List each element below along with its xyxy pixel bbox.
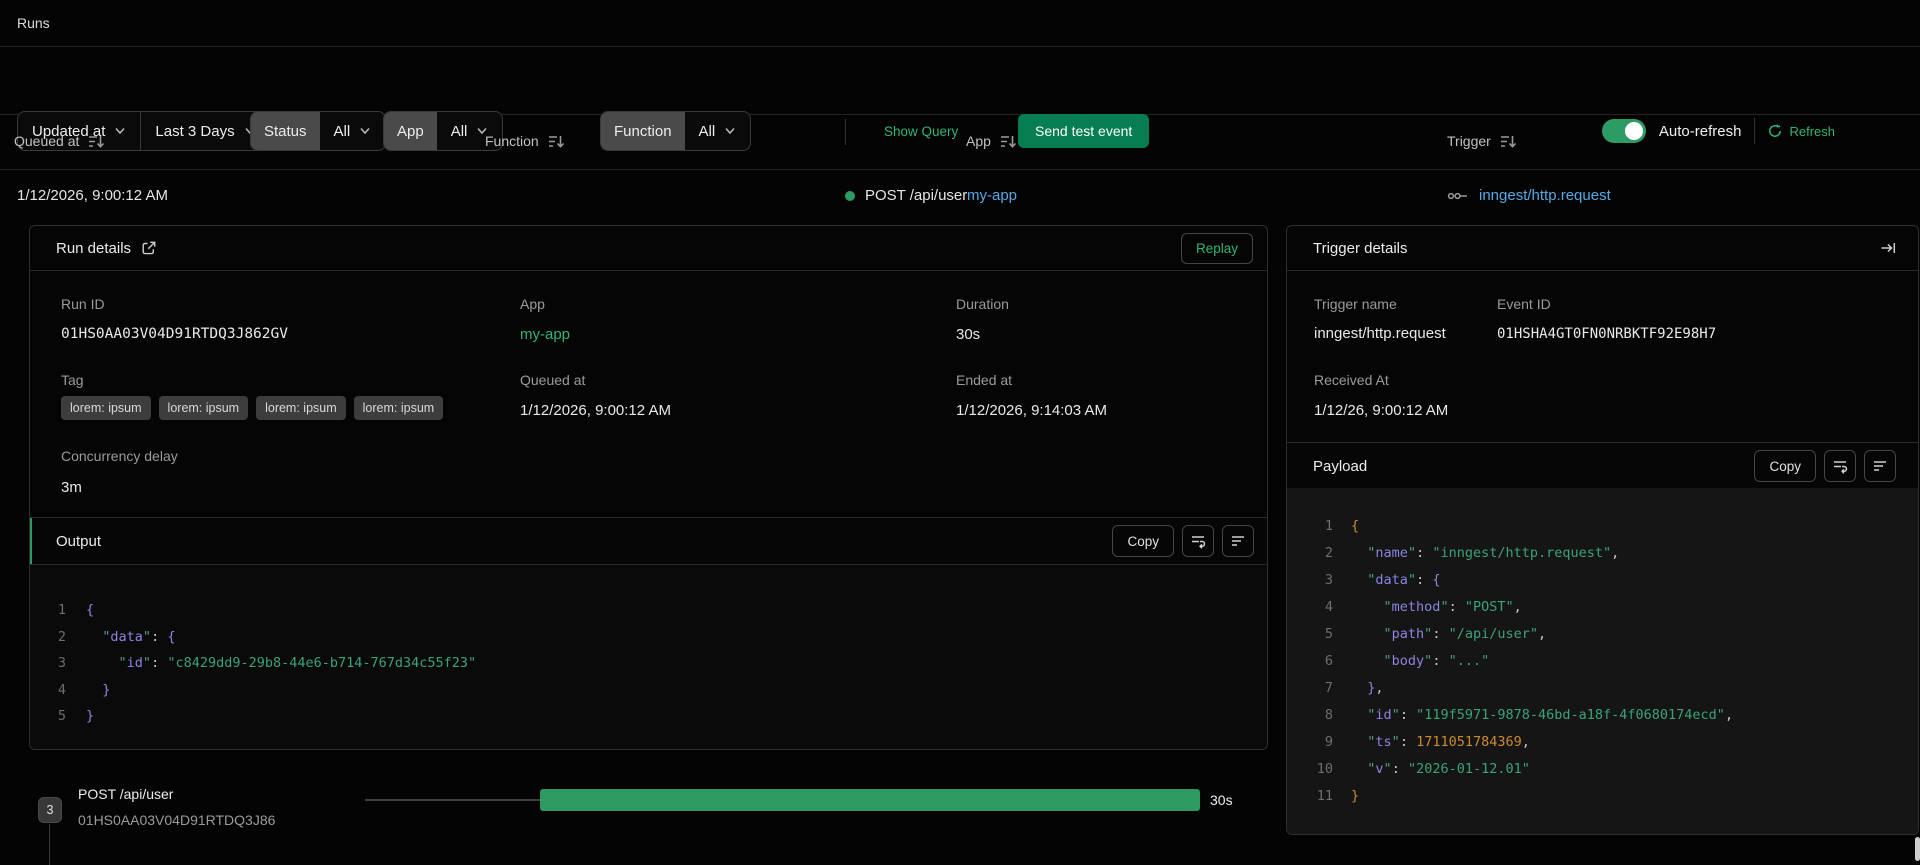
runs-page: Runs Updated at Last 3 Days Status All A… [0, 0, 1920, 865]
run-app-link[interactable]: my-app [967, 187, 1017, 204]
sort-icon [999, 134, 1017, 149]
output-header: Output Copy [30, 517, 1267, 565]
sort-icon [1499, 134, 1517, 149]
collapse-panel-icon[interactable] [1880, 240, 1896, 256]
code-line: 10 "v": "2026-01-12.01" [1316, 761, 1530, 777]
trigger-details-header: Trigger details [1287, 226, 1918, 271]
event-id-label: Event ID [1497, 296, 1551, 312]
external-link-icon[interactable] [141, 240, 157, 256]
run-trigger-cell[interactable]: inngest/http.request [1447, 187, 1611, 204]
column-label: Queued at [14, 133, 80, 149]
top-bar: Runs [0, 0, 1920, 47]
page-title: Runs [17, 15, 50, 31]
code-line: 11} [1316, 788, 1360, 804]
concurrency-delay-label: Concurrency delay [61, 448, 178, 464]
run-function-cell[interactable]: POST /api/user [845, 187, 967, 204]
code-line: 1{ [57, 602, 95, 618]
trigger-details-title: Trigger details [1313, 239, 1408, 257]
column-header-trigger[interactable]: Trigger [1447, 133, 1517, 149]
align-left-icon[interactable] [1864, 450, 1896, 482]
code-line: 5 "path": "/api/user", [1324, 626, 1547, 642]
payload-header: Payload Copy [1287, 442, 1918, 490]
payload-title: Payload [1313, 457, 1368, 475]
word-wrap-icon[interactable] [1182, 525, 1214, 557]
code-line: 7 }, [1324, 680, 1384, 696]
code-line: 2 "name": "inngest/http.request", [1324, 545, 1620, 561]
scrollbar-thumb[interactable] [1915, 837, 1920, 861]
timeline-function-name: POST /api/user [78, 786, 174, 802]
tag-chip: lorem: ipsum [158, 396, 249, 420]
code-line: 8 "id": "119f5971-9878-46bd-a18f-4f06801… [1324, 707, 1734, 723]
queued-at-value: 1/12/2026, 9:00:12 AM [520, 402, 671, 419]
run-queued-at: 1/12/2026, 9:00:12 AM [17, 187, 168, 204]
runs-table-header: Queued at Function App Trigger [0, 115, 1920, 170]
output-code: 1{ 2 "data": { 3 "id": "c8429dd9-29b8-44e6… [30, 565, 1267, 749]
timeline-run-id: 01HS0AA03V04D91RTDQ3J86 [78, 812, 276, 828]
app-value-link[interactable]: my-app [520, 326, 570, 343]
filter-bar: Updated at Last 3 Days Status All App Al… [0, 47, 1920, 151]
ended-at-value: 1/12/2026, 9:14:03 AM [956, 402, 1107, 419]
run-details-panel: Run details Replay Run ID 01HS0AA03V04D9… [29, 225, 1268, 750]
run-id-label: Run ID [61, 296, 105, 312]
column-header-app[interactable]: App [966, 133, 1017, 149]
tag-chip: lorem: ipsum [256, 396, 346, 420]
trigger-name-value: inngest/http.request [1314, 325, 1446, 342]
payload-code: 1{ 2 "name": "inngest/http.request", 3 "da… [1287, 488, 1918, 834]
run-trigger-name: inngest/http.request [1479, 187, 1611, 204]
concurrency-delay-value: 3m [61, 479, 82, 496]
run-function-name: POST /api/user [865, 187, 968, 204]
run-id-value: 01HS0AA03V04D91RTDQ3J862GV [61, 326, 288, 342]
code-line: 1{ [1324, 518, 1360, 534]
code-line: 3 "data": { [1324, 572, 1441, 588]
tag-chip: lorem: ipsum [61, 396, 151, 420]
code-line: 6 "body": "..." [1324, 653, 1490, 669]
event-id-value: 01HSHA4GT0FN0NRBKTF92E98H7 [1497, 326, 1717, 342]
column-label: App [966, 133, 991, 149]
code-line: 4 "method": "POST", [1324, 599, 1522, 615]
received-at-label: Received At [1314, 372, 1389, 388]
payload-copy-button[interactable]: Copy [1754, 450, 1816, 482]
column-header-queued-at[interactable]: Queued at [14, 133, 105, 149]
step-count-badge[interactable]: 3 [38, 797, 62, 823]
column-label: Trigger [1447, 133, 1491, 149]
status-dot-icon [845, 190, 855, 201]
sort-icon [547, 134, 565, 149]
ended-at-label: Ended at [956, 372, 1013, 388]
run-row[interactable]: 1/12/2026, 9:00:12 AM POST /api/user my-… [0, 170, 1920, 225]
received-at-value: 1/12/26, 9:00:12 AM [1314, 402, 1449, 419]
app-label: App [520, 296, 545, 312]
duration-value: 30s [956, 326, 981, 343]
align-left-icon[interactable] [1222, 525, 1254, 557]
code-line: 3 "id": "c8429dd9-29b8-44e6-b714-767d34c… [57, 655, 477, 671]
webhook-icon [1447, 190, 1469, 202]
tag-list: lorem: ipsum lorem: ipsum lorem: ipsum lore… [61, 396, 444, 420]
code-line: 9 "ts": 1711051784369, [1324, 734, 1530, 750]
output-accent-bar [30, 518, 32, 564]
output-copy-button[interactable]: Copy [1112, 525, 1174, 557]
code-line: 5} [57, 708, 95, 724]
trigger-name-label: Trigger name [1314, 296, 1397, 312]
tag-label: Tag [61, 372, 84, 388]
replay-button[interactable]: Replay [1180, 232, 1253, 264]
timeline-connector-vertical [49, 824, 50, 865]
code-line: 2 "data": { [57, 628, 176, 645]
column-header-function[interactable]: Function [485, 133, 565, 149]
timeline-duration-bar[interactable] [540, 789, 1200, 811]
timeline-connector-line [365, 799, 540, 801]
column-label: Function [485, 133, 539, 149]
run-details-title: Run details [56, 239, 132, 257]
duration-label: Duration [956, 296, 1009, 312]
output-title: Output [56, 532, 102, 550]
queued-at-label: Queued at [520, 372, 586, 388]
run-details-header: Run details Replay [30, 226, 1267, 271]
sort-icon [87, 134, 105, 149]
trigger-details-panel: Trigger details Trigger name inngest/htt… [1286, 225, 1919, 835]
word-wrap-icon[interactable] [1824, 450, 1856, 482]
code-line: 4 } [57, 681, 111, 698]
tag-chip: lorem: ipsum [353, 396, 444, 420]
timeline-duration-label: 30s [1210, 792, 1233, 808]
